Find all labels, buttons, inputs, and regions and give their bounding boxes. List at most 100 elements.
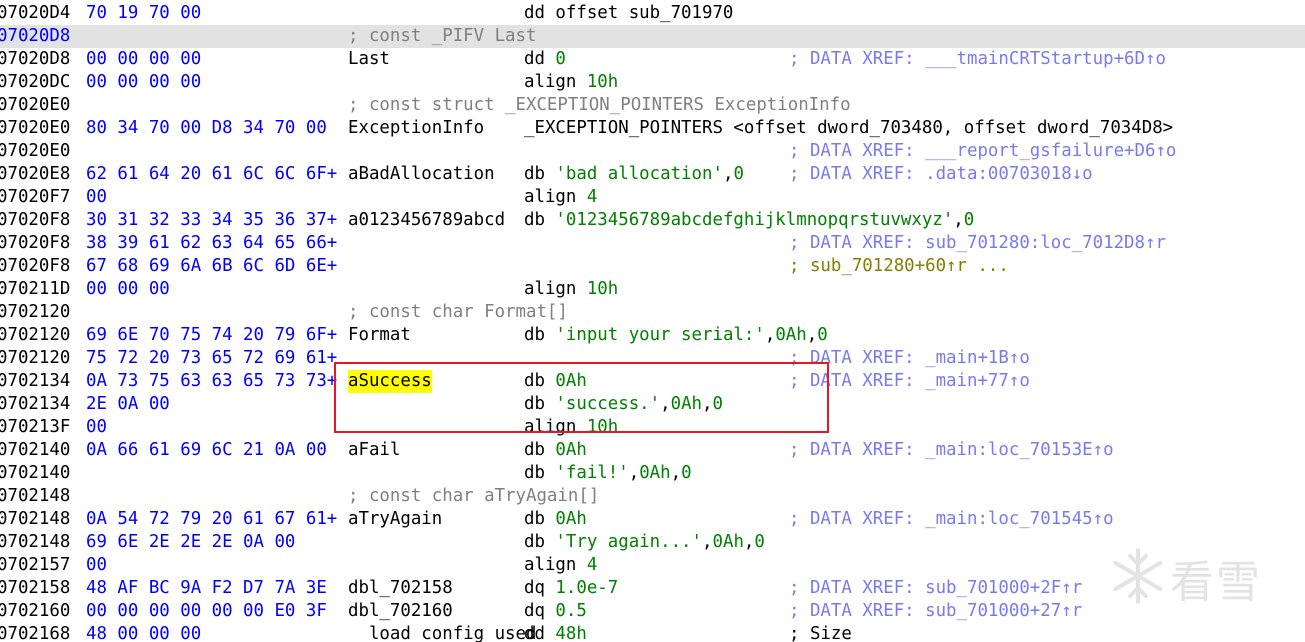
instruction-token: 1.0e-7: [555, 578, 619, 598]
instruction-token: ,: [722, 164, 734, 184]
instruction: db 'success.',0Ah,0: [524, 393, 723, 416]
listing-line[interactable]: 0702158 48 AF BC 9A F2 D7 7A 3E dbl_702158…: [0, 577, 1305, 600]
listing-line[interactable]: 07020F7 00 align 4: [0, 186, 1305, 209]
listing-line[interactable]: 07020F8 30 31 32 33 34 35 36 37+ a01234567…: [0, 209, 1305, 232]
listing-line[interactable]: 070213F 00 align 10h: [0, 416, 1305, 439]
instruction-token: 0Ah: [639, 463, 671, 483]
label[interactable]: load_config_used: [348, 623, 537, 642]
disassembly-view[interactable]: 07020D4 70 19 70 00 dd offset sub_701970 07…: [0, 0, 1305, 642]
listing-line[interactable]: 0702148 ; const char aTryAgain[]: [0, 485, 1305, 508]
listing-line[interactable]: 0702148 0A 54 72 79 20 61 67 61+ aTryAgain…: [0, 508, 1305, 531]
address: 07020D8: [0, 49, 71, 69]
listing-line[interactable]: 0702140 0A 66 61 69 6C 21 0A 00 aFail db 0A…: [0, 439, 1305, 462]
label[interactable]: aFail: [348, 439, 400, 462]
label[interactable]: dbl_702160: [348, 600, 453, 623]
declaration-comment: ; const struct _EXCEPTION_POINTERS Excep…: [348, 95, 851, 115]
xref-comment: ; DATA XREF: _main+1B↑o: [789, 348, 1030, 368]
listing-line[interactable]: 0702120 69 6E 70 75 74 20 79 6F+ Format db …: [0, 324, 1305, 347]
label[interactable]: a0123456789abcd: [348, 209, 505, 232]
instruction-token: dq: [524, 601, 556, 621]
instruction-token: 'fail!': [555, 463, 629, 483]
instruction-token: db: [524, 463, 556, 483]
instruction: db 0Ah: [524, 508, 587, 531]
instruction: dd 48h: [524, 623, 587, 642]
instruction-token: align: [524, 187, 587, 207]
instruction-token: 0Ah: [555, 371, 587, 391]
xref-comment: ; DATA XREF: sub_701000+2F↑r: [789, 578, 1083, 598]
instruction-token: ,: [806, 325, 818, 345]
instruction-token: ,: [953, 210, 964, 230]
label[interactable]: dbl_702158: [348, 577, 453, 600]
address: 0702140: [0, 440, 71, 460]
instruction-token: db: [524, 371, 556, 391]
hex-bytes: 69 6E 2E 2E 2E 0A 00: [86, 532, 296, 552]
label[interactable]: Format: [348, 324, 411, 347]
address: 07020D8: [0, 26, 71, 46]
instruction: db 'fail!',0Ah,0: [524, 462, 692, 485]
listing-line[interactable]: 07020D8 ; const _PIFV Last: [0, 25, 1305, 48]
declaration-comment: ; const char Format[]: [348, 302, 568, 322]
hex-bytes: 00 00 00 00: [86, 49, 202, 69]
xref-comment: ; DATA XREF: _main+77↑o: [789, 371, 1030, 391]
listing-line[interactable]: 0702134 0A 73 75 63 63 65 73 73+ aSuccess d…: [0, 370, 1305, 393]
address: 0702157: [0, 555, 71, 575]
listing-line[interactable]: 07020E0 80 34 70 00 D8 34 70 00 ExceptionI…: [0, 117, 1305, 140]
instruction-token: 0.5: [555, 601, 587, 621]
listing-line[interactable]: 07020D8 00 00 00 00 Last dd 0 ; DATA XREF: _…: [0, 48, 1305, 71]
instruction: align 10h: [524, 71, 618, 94]
label[interactable]: ExceptionInfo: [348, 117, 484, 140]
instruction-token: ,: [702, 532, 713, 552]
declaration-comment: ; const _PIFV Last: [348, 26, 537, 46]
address: 070213F: [0, 417, 71, 437]
address: 0702134: [0, 394, 71, 414]
instruction-token: align: [524, 72, 587, 92]
listing-line[interactable]: 070211D 00 00 00 align 10h: [0, 278, 1305, 301]
listing-line[interactable]: 0702120 75 72 20 73 65 72 69 61+ ; DATA XR…: [0, 347, 1305, 370]
label[interactable]: aTryAgain: [348, 508, 442, 531]
address: 0702120: [0, 302, 71, 322]
listing-line[interactable]: 07020D4 70 19 70 00 dd offset sub_701970: [0, 2, 1305, 25]
instruction-token: dd: [524, 624, 556, 642]
hex-bytes: 38 39 61 62 63 64 65 66+: [86, 233, 338, 253]
address: 07020D4: [0, 3, 71, 23]
xref-comment: ; DATA XREF: _main:loc_70153E↑o: [789, 440, 1114, 460]
hex-bytes: 48 AF BC 9A F2 D7 7A 3E: [86, 578, 327, 598]
instruction: db 0Ah: [524, 370, 587, 393]
instruction-token: 48h: [555, 624, 587, 642]
label[interactable]: Last: [348, 48, 390, 71]
xref-comment: ; Size: [789, 624, 852, 642]
address: 0702148: [0, 509, 71, 529]
listing-line[interactable]: 0702134 2E 0A 00 db 'success.',0Ah,0: [0, 393, 1305, 416]
instruction-token: ,: [670, 463, 682, 483]
listing-line[interactable]: 0702148 69 6E 2E 2E 2E 0A 00 db 'Try again…: [0, 531, 1305, 554]
listing-line[interactable]: 0702120 ; const char Format[]: [0, 301, 1305, 324]
instruction-token: 0: [963, 210, 975, 230]
instruction-token: ,: [660, 394, 671, 414]
listing-line[interactable]: 0702168 48 00 00 00 load_config_used dd 48…: [0, 623, 1305, 642]
listing-line[interactable]: 07020F8 67 68 69 6A 6B 6C 6D 6E+ ; sub_701…: [0, 255, 1305, 278]
label[interactable]: aSuccess: [348, 370, 432, 393]
hex-bytes: 00: [86, 187, 107, 207]
hex-bytes: 0A 66 61 69 6C 21 0A 00: [86, 440, 327, 460]
instruction-token: 0: [681, 463, 692, 483]
listing-line[interactable]: 07020E8 62 61 64 20 61 6C 6C 6F+ aBadAlloc…: [0, 163, 1305, 186]
instruction-token: dd offset sub_701970: [524, 3, 734, 23]
address: 07020E0: [0, 118, 71, 138]
listing-line[interactable]: 07020DC 00 00 00 00 align 10h: [0, 71, 1305, 94]
listing-line[interactable]: 07020E0 ; DATA XREF: ___report_gsfailure+…: [0, 140, 1305, 163]
listing-line[interactable]: 0702140 db 'fail!',0Ah,0: [0, 462, 1305, 485]
address: 07020F7: [0, 187, 71, 207]
listing-line[interactable]: 0702157 00 align 4: [0, 554, 1305, 577]
listing-line[interactable]: 07020F8 38 39 61 62 63 64 65 66+ ; DATA XR…: [0, 232, 1305, 255]
address: 07020F8: [0, 256, 71, 276]
address: 0702134: [0, 371, 71, 391]
hex-bytes: 75 72 20 73 65 72 69 61+: [86, 348, 338, 368]
instruction-token: 0: [712, 394, 723, 414]
hex-bytes: 00: [86, 555, 107, 575]
xref-comment: ; sub_701280+60↑r ...: [789, 256, 1009, 276]
listing-line[interactable]: 0702160 00 00 00 00 00 00 E0 3F dbl_702160…: [0, 600, 1305, 623]
instruction-token: 0Ah: [775, 325, 807, 345]
listing-line[interactable]: 07020E0 ; const struct _EXCEPTION_POINTER…: [0, 94, 1305, 117]
label[interactable]: aBadAllocation: [348, 163, 495, 186]
xref-comment: ; DATA XREF: _main:loc_701545↑o: [789, 509, 1114, 529]
